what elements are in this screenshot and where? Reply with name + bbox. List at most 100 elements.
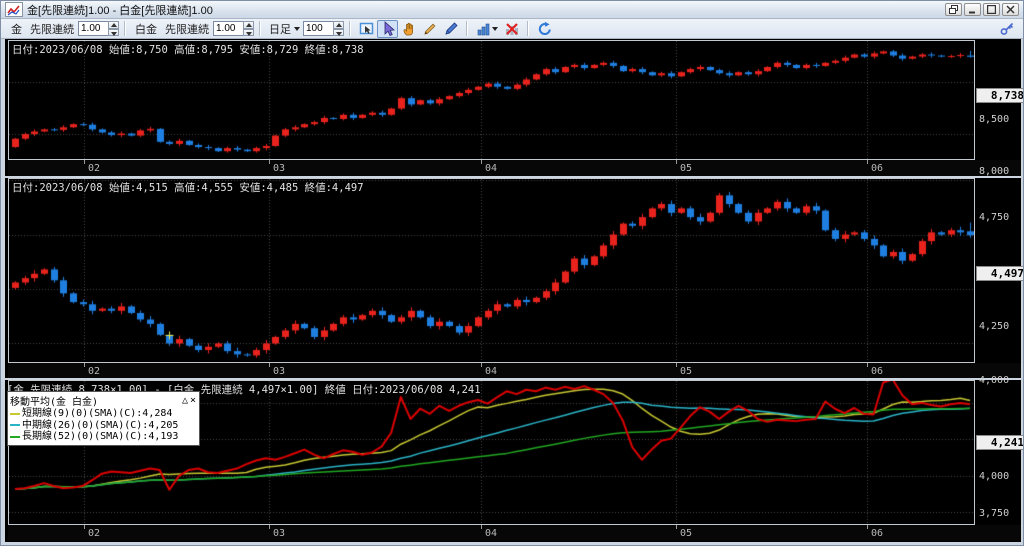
pointer-tool-button[interactable] <box>377 19 398 38</box>
symbol1-multiplier-input[interactable] <box>78 21 108 36</box>
month-label: 02 <box>88 163 101 174</box>
settings-button[interactable] <box>996 20 1017 38</box>
refresh-icon <box>538 21 551 35</box>
month-tick <box>269 363 270 367</box>
month-label: 06 <box>871 528 884 539</box>
month-label: 03 <box>273 366 286 377</box>
legend-line-swatch <box>10 424 20 427</box>
hand-icon <box>403 22 413 35</box>
legend-row: 短期線(9)(0)(SMA)(C):4,284 <box>10 408 196 420</box>
month-tick <box>481 525 482 529</box>
platinum-chart-panel <box>8 178 975 363</box>
close-legend-icon[interactable]: × <box>190 395 196 406</box>
legend-row: 長期線(52)(0)(SMA)(C):4,193 <box>10 431 196 443</box>
chart-area: 02 03 04 05 06 02 03 04 05 06 02 03 04 05 06 日付:2023… <box>5 39 1023 545</box>
close-button[interactable] <box>1002 3 1019 16</box>
legend-row-label: 長期線(52)(0)(SMA)(C):4,193 <box>22 431 179 442</box>
chevron-down-icon <box>492 26 498 31</box>
symbol2-multiplier-input[interactable] <box>213 21 243 36</box>
app-icon <box>5 2 23 17</box>
toolbar-separator <box>349 21 351 36</box>
period-count-input[interactable] <box>303 21 333 36</box>
pencil-tool-button[interactable] <box>419 20 440 38</box>
period-count-up-button[interactable] <box>333 21 344 29</box>
last-price-badge: 4,241 <box>976 435 1023 451</box>
axis-label: 4,750 <box>979 212 1010 224</box>
month-tick <box>84 160 85 164</box>
symbol2-multiplier-down-button[interactable] <box>243 28 254 36</box>
month-tick <box>676 160 677 164</box>
month-tick <box>84 363 85 367</box>
gold-chart-panel <box>8 40 975 160</box>
legend-row: 中期線(26)(0)(SMA)(C):4,205 <box>10 420 196 432</box>
app-window: 金[先限連続]1.00 - 白金[先限連続]1.00 金 先限連続 白金 先限連… <box>0 0 1024 546</box>
month-tick <box>84 525 85 529</box>
gold-candlestick-canvas[interactable] <box>9 41 974 159</box>
close-icon <box>1006 5 1015 14</box>
month-label: 05 <box>680 163 693 174</box>
legend-row-label: 中期線(26)(0)(SMA)(C):4,205 <box>22 419 179 431</box>
toolbar: 金 先限連続 白金 先限連続 日足 <box>1 19 1023 39</box>
month-tick <box>867 160 868 164</box>
gold-x-axis: 02 03 04 05 06 <box>8 160 1021 176</box>
toolbar-separator <box>527 21 529 36</box>
month-label: 06 <box>871 366 884 377</box>
month-tick <box>676 525 677 529</box>
pen-tool-button[interactable] <box>440 20 461 38</box>
period-dropdown[interactable]: 日足 <box>266 20 303 38</box>
toolbar-separator <box>124 21 126 36</box>
pointer-icon <box>384 20 395 36</box>
restore-window-button[interactable] <box>945 3 962 16</box>
moving-average-legend: 移動平均(金 白金) △ × 短期線(9)(0)(SMA)(C):4,284 中期… <box>7 391 200 446</box>
last-price-badge: 4,497 <box>976 266 1023 282</box>
minimize-button[interactable] <box>964 3 981 16</box>
period-label: 日足 <box>269 23 291 36</box>
symbol2-label: 白金 <box>135 23 157 36</box>
legend-title: 移動平均(金 白金) <box>10 397 99 408</box>
platinum-candlestick-canvas[interactable] <box>9 179 974 362</box>
month-label: 03 <box>273 163 286 174</box>
month-tick <box>867 363 868 367</box>
legend-line-swatch <box>10 412 20 415</box>
pen-icon <box>444 21 458 35</box>
month-tick <box>269 525 270 529</box>
month-label: 05 <box>680 366 693 377</box>
pencil-icon <box>423 23 435 35</box>
collapse-legend-icon[interactable]: △ <box>182 395 188 406</box>
month-label: 04 <box>485 163 498 174</box>
period-count-stepper <box>303 21 344 36</box>
chevron-down-icon <box>294 26 300 31</box>
minimize-icon <box>969 11 975 14</box>
month-tick <box>269 160 270 164</box>
bar-chart-icon <box>477 23 490 35</box>
window-title: 金[先限連続]1.00 - 白金[先限連続]1.00 <box>27 4 213 17</box>
symbol1-multiplier-down-button[interactable] <box>108 28 119 36</box>
select-range-button[interactable] <box>356 20 377 38</box>
maximize-icon <box>987 5 996 14</box>
axis-label: 4,000 <box>979 471 1010 483</box>
wrench-icon <box>1000 22 1013 35</box>
toolbar-separator <box>259 21 261 36</box>
month-label: 03 <box>273 528 286 539</box>
symbol2-multiplier-stepper <box>213 21 254 36</box>
month-tick <box>676 363 677 367</box>
toolbar-separator <box>466 21 468 36</box>
month-label: 04 <box>485 528 498 539</box>
month-tick <box>867 525 868 529</box>
month-tick <box>481 363 482 367</box>
select-range-icon <box>359 22 373 34</box>
pan-tool-button[interactable] <box>398 20 419 38</box>
symbol2-multiplier-up-button[interactable] <box>243 21 254 29</box>
maximize-button[interactable] <box>983 3 1000 16</box>
month-label: 02 <box>88 366 101 377</box>
symbol1-series-label: 先限連続 <box>30 23 74 36</box>
gold-ohlc-header: 日付:2023/06/08 始値:8,750 高値:8,795 安値:8,729… <box>12 44 364 56</box>
refresh-button[interactable] <box>534 20 555 38</box>
titlebar: 金[先限連続]1.00 - 白金[先限連続]1.00 <box>1 1 1023 19</box>
axis-label: 8,000 <box>979 165 1010 177</box>
period-count-down-button[interactable] <box>333 28 344 36</box>
symbol1-multiplier-up-button[interactable] <box>108 21 119 29</box>
symbol1-label: 金 <box>11 23 22 36</box>
clear-indicators-button[interactable] <box>501 20 522 38</box>
chart-type-button[interactable] <box>473 20 501 38</box>
